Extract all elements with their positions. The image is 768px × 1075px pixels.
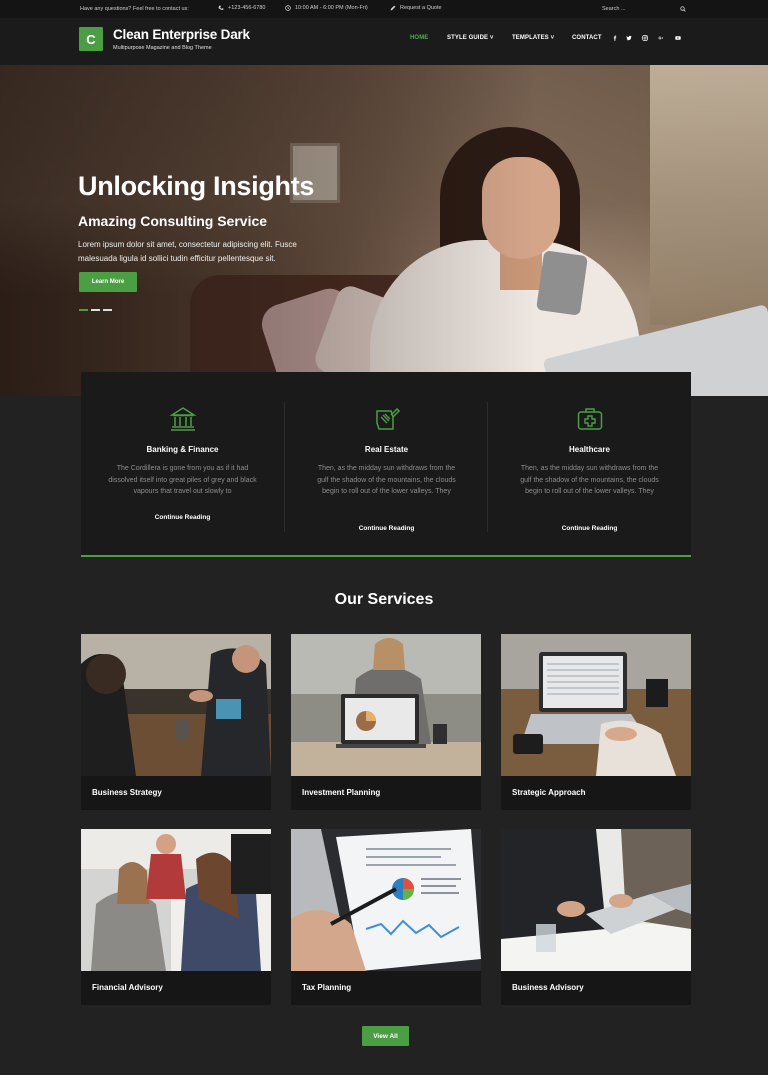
- service-image[interactable]: [81, 634, 271, 776]
- search-placeholder: Search ...: [602, 6, 626, 12]
- google-plus-icon[interactable]: [657, 34, 665, 42]
- site-tagline: Multipurpose Magazine and Blog Theme: [113, 45, 212, 51]
- twitter-icon[interactable]: [625, 34, 633, 42]
- view-all-button[interactable]: View All: [362, 1026, 409, 1046]
- hero-title: Unlocking Insights: [78, 171, 315, 201]
- service-card[interactable]: Business Strategy: [81, 634, 271, 810]
- service-image[interactable]: [291, 829, 481, 971]
- hours-info: 10:00 AM - 6:00 PM (Mon-Fri): [285, 5, 368, 11]
- hero-text: Lorem ipsum dolor sit amet, consectetur …: [78, 240, 297, 263]
- service-title[interactable]: Strategic Approach: [512, 788, 586, 797]
- services-heading: Our Services: [334, 591, 434, 608]
- service-title[interactable]: Business Advisory: [512, 983, 584, 992]
- search-icon[interactable]: [680, 6, 686, 12]
- service-title[interactable]: Investment Planning: [302, 788, 380, 797]
- service-card[interactable]: Tax Planning: [291, 829, 481, 1005]
- feature-text: Then, as the midday sun withdraws from t…: [317, 465, 456, 495]
- continue-reading-link[interactable]: Continue Reading: [285, 525, 488, 532]
- clock-icon: [285, 5, 291, 11]
- service-title[interactable]: Business Strategy: [92, 788, 162, 797]
- learn-more-button[interactable]: Learn More: [79, 272, 137, 292]
- hero-slider: Unlocking Insights Amazing Consulting Se…: [0, 65, 768, 396]
- chevron-down-icon: ˅: [550, 35, 555, 41]
- continue-reading-link[interactable]: Continue Reading: [81, 514, 284, 521]
- phone-number: +123-456-6780: [228, 5, 266, 11]
- chevron-down-icon: ˅: [489, 35, 494, 41]
- instagram-icon[interactable]: [641, 34, 649, 42]
- real-estate-icon: [373, 405, 401, 433]
- service-card[interactable]: Investment Planning: [291, 634, 481, 810]
- features-panel: Banking & Finance The Cordillera is gone…: [81, 372, 691, 557]
- nav-templates[interactable]: TEMPLATES ˅: [512, 35, 554, 41]
- request-quote-link[interactable]: Request a Quote: [390, 5, 442, 11]
- service-image[interactable]: [81, 829, 271, 971]
- nav-contact[interactable]: CONTACT: [572, 35, 602, 41]
- pencil-icon: [390, 5, 396, 11]
- site-title[interactable]: Clean Enterprise Dark: [113, 27, 250, 42]
- feature-text: The Cordillera is gone from you as if it…: [108, 465, 257, 495]
- slider-dot-2[interactable]: [91, 309, 100, 311]
- hero-overlay: [0, 65, 768, 396]
- site-logo[interactable]: C: [79, 27, 103, 51]
- slider-dot-1[interactable]: [79, 309, 88, 311]
- phone-info[interactable]: +123-456-6780: [218, 5, 265, 11]
- medical-kit-icon: [576, 405, 604, 433]
- service-card[interactable]: Financial Advisory: [81, 829, 271, 1005]
- service-image[interactable]: [291, 634, 481, 776]
- business-hours: 10:00 AM - 6:00 PM (Mon-Fri): [295, 5, 368, 11]
- feature-real-estate: Real Estate Then, as the midday sun with…: [285, 372, 488, 555]
- youtube-icon[interactable]: [674, 34, 682, 42]
- nav-templates-label: TEMPLATES: [512, 35, 549, 41]
- service-card[interactable]: Strategic Approach: [501, 634, 691, 810]
- nav-style-guide[interactable]: STYLE GUIDE ˅: [447, 35, 494, 41]
- service-image[interactable]: [501, 634, 691, 776]
- phone-icon: [218, 5, 224, 10]
- facebook-icon[interactable]: [611, 34, 619, 42]
- feature-title: Healthcare: [569, 445, 610, 454]
- service-title[interactable]: Tax Planning: [302, 983, 351, 992]
- continue-reading-link[interactable]: Continue Reading: [488, 525, 691, 532]
- nav-style-guide-label: STYLE GUIDE: [447, 35, 489, 41]
- feature-title: Real Estate: [364, 445, 409, 454]
- feature-banking: Banking & Finance The Cordillera is gone…: [81, 372, 284, 555]
- request-quote-label: Request a Quote: [400, 5, 442, 11]
- slider-dot-3[interactable]: [103, 309, 112, 311]
- contact-message: Have any questions? Feel free to contact…: [80, 6, 189, 12]
- feature-healthcare: Healthcare Then, as the midday sun withd…: [488, 372, 691, 555]
- feature-text: Then, as the midday sun withdraws from t…: [520, 465, 659, 495]
- top-bar: Have any questions? Feel free to contact…: [0, 0, 768, 18]
- site-header: C Clean Enterprise Dark Multipurpose Mag…: [0, 18, 768, 65]
- service-card[interactable]: Business Advisory: [501, 829, 691, 1005]
- bank-icon: [169, 405, 197, 433]
- nav-home[interactable]: HOME: [410, 35, 428, 41]
- slider-pagination: [79, 309, 112, 311]
- search-input[interactable]: Search ...: [598, 2, 690, 16]
- hero-subtitle: Amazing Consulting Service: [78, 213, 268, 229]
- service-image[interactable]: [501, 829, 691, 971]
- service-title[interactable]: Financial Advisory: [92, 983, 163, 992]
- feature-title: Banking & Finance: [146, 445, 219, 454]
